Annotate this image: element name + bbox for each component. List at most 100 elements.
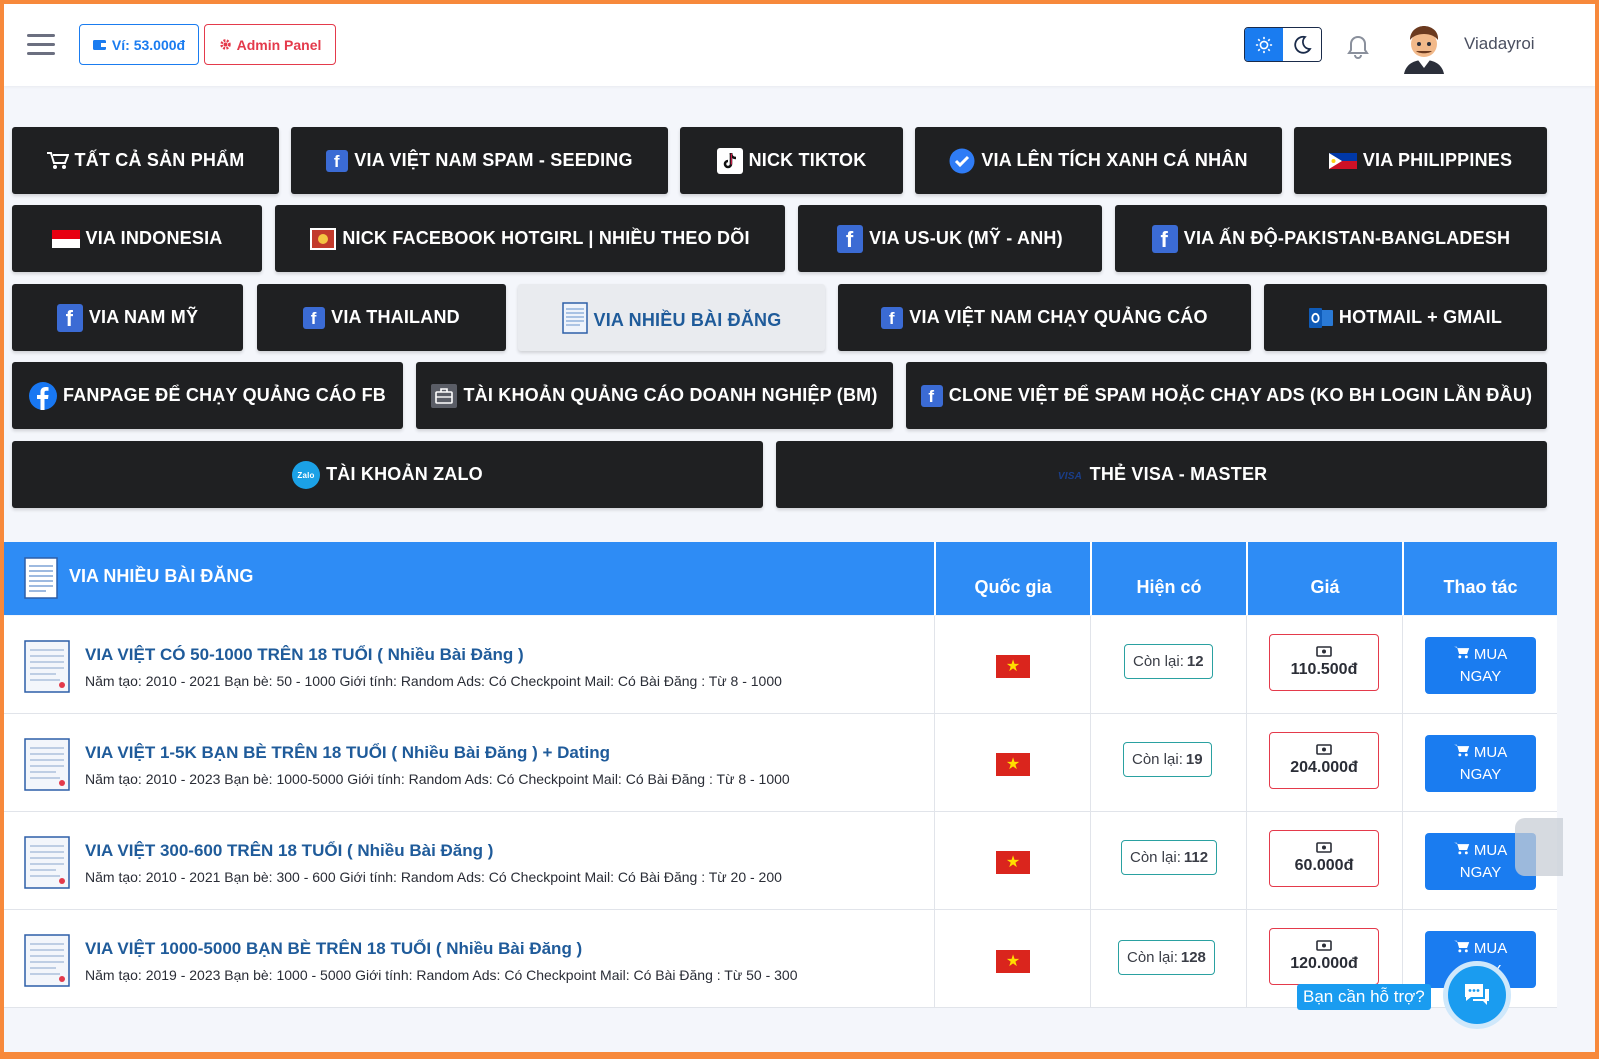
category-via-south-america[interactable]: f VIA NAM MỸ: [12, 284, 243, 351]
product-thumbnail: [24, 934, 70, 987]
table-row: VIA VIỆT 300-600 TRÊN 18 TUỔI ( Nhiều Bà…: [4, 812, 1557, 910]
category-via-indonesia[interactable]: VIA INDONESIA: [12, 205, 262, 272]
category-label: CLONE VIỆT ĐỂ SPAM HOẶC CHẠY ADS (KO BH …: [948, 385, 1533, 405]
price-box: 120.000đ: [1269, 928, 1379, 985]
facebook-icon: f: [56, 303, 83, 332]
category-via-india-pakistan[interactable]: f VIA ẤN ĐỘ-PAKISTAN-BANGLADESH: [1115, 205, 1547, 272]
category-nick-hotgirl[interactable]: NICK FACEBOOK HOTGIRL | NHIỀU THEO DÕI: [275, 205, 785, 272]
category-via-vietnam-spam[interactable]: f VIA VIỆT NAM SPAM - SEEDING: [291, 127, 668, 194]
vietnam-flag-icon: ★: [996, 851, 1030, 874]
username[interactable]: Viadayroi: [1464, 34, 1535, 54]
light-mode-button[interactable]: [1245, 28, 1283, 61]
category-label: THẺ VISA - MASTER: [1089, 464, 1268, 484]
product-thumbnail: [24, 738, 70, 791]
category-via-vietnam-ads[interactable]: f VIA VIỆT NAM CHẠY QUẢNG CÁO: [838, 284, 1251, 351]
category-via-many-posts[interactable]: VIA NHIỀU BÀI ĐĂNG: [518, 284, 825, 351]
moon-icon: [1294, 35, 1312, 54]
document-icon: [24, 557, 58, 599]
facebook-round-icon: [29, 381, 58, 410]
table-row: VIA VIỆT CÓ 50-1000 TRÊN 18 TUỔI ( Nhiều…: [4, 616, 1557, 714]
product-description: Năm tạo: 2010 - 2021 Bạn bè: 50 - 1000 G…: [85, 673, 782, 689]
category-label: VIA LÊN TÍCH XANH CÁ NHÂN: [981, 150, 1248, 170]
buy-now-button[interactable]: MUA NGAY: [1425, 735, 1536, 792]
wallet-button[interactable]: Ví: 53.000đ: [79, 24, 199, 65]
category-label: FANPAGE ĐỂ CHẠY QUẢNG CÁO FB: [63, 385, 386, 405]
cart-icon: [1453, 646, 1469, 658]
category-label: VIA VIỆT NAM SPAM - SEEDING: [354, 150, 633, 170]
product-description: Năm tạo: 2010 - 2023 Bạn bè: 1000-5000 G…: [85, 771, 790, 787]
support-chat-button[interactable]: [1443, 961, 1511, 1029]
facebook-icon: f: [920, 384, 943, 407]
sun-icon: [1255, 36, 1273, 53]
support-label[interactable]: Bạn cần hỗ trợ?: [1297, 984, 1431, 1010]
window-frame-bottom: [0, 1052, 1599, 1059]
visa-icon: VISA: [1058, 471, 1082, 482]
stock-badge: Còn lại: 128: [1118, 940, 1215, 975]
product-thumbnail: [24, 640, 70, 693]
chat-icon: [1465, 984, 1489, 1005]
category-bm-ad-account[interactable]: TÀI KHOẢN QUẢNG CÁO DOANH NGHIỆP (BM): [416, 362, 893, 429]
category-via-philippines[interactable]: VIA PHILIPPINES: [1294, 127, 1547, 194]
philippines-flag-icon: [1328, 152, 1357, 169]
product-name[interactable]: VIA VIỆT 1-5K BẠN BÈ TRÊN 18 TUỔI ( Nhiề…: [85, 743, 610, 763]
price-value: 110.500đ: [1290, 661, 1358, 678]
avatar[interactable]: [1400, 22, 1448, 74]
wallet-icon: [92, 40, 106, 50]
category-clone-viet[interactable]: f CLONE VIỆT ĐỂ SPAM HOẶC CHẠY ADS (KO B…: [906, 362, 1547, 429]
verified-badge-icon: [949, 148, 975, 173]
price-value: 60.000đ: [1294, 857, 1354, 874]
briefcase-icon: [431, 383, 458, 408]
category-label: NICK FACEBOOK HOTGIRL | NHIỀU THEO DÕI: [342, 228, 750, 248]
cart-icon: [46, 151, 69, 169]
price-box: 60.000đ: [1269, 830, 1379, 887]
category-fanpage[interactable]: FANPAGE ĐỂ CHẠY QUẢNG CÁO FB: [12, 362, 403, 429]
stock-badge: Còn lại: 19: [1123, 742, 1212, 777]
dark-mode-button[interactable]: [1283, 28, 1321, 61]
side-scroll-tool[interactable]: [1515, 818, 1563, 876]
notification-bell-icon[interactable]: [1346, 34, 1370, 60]
price-box: 204.000đ: [1269, 732, 1379, 789]
product-name[interactable]: VIA VIỆT 1000-5000 BẠN BÈ TRÊN 18 TUỔI (…: [85, 939, 582, 959]
category-via-blue-tick[interactable]: VIA LÊN TÍCH XANH CÁ NHÂN: [915, 127, 1282, 194]
product-table-header: VIA NHIỀU BÀI ĐĂNG Quốc gia Hiện có Giá …: [4, 542, 1557, 615]
category-nick-tiktok[interactable]: NICK TIKTOK: [680, 127, 903, 194]
facebook-icon: f: [303, 306, 326, 329]
tiktok-icon: [716, 147, 743, 174]
cart-icon: [1453, 842, 1469, 854]
money-icon: [1316, 744, 1332, 755]
column-header-action: Thao tác: [1402, 542, 1557, 615]
vietnam-flag-icon: ★: [996, 950, 1030, 973]
category-via-thailand[interactable]: f VIA THAILAND: [257, 284, 506, 351]
wallet-label: Ví: 53.000đ: [111, 36, 186, 53]
category-hotmail-gmail[interactable]: HOTMAIL + GMAIL: [1264, 284, 1547, 351]
cart-icon: [1453, 744, 1469, 756]
menu-toggle-icon[interactable]: [27, 34, 55, 56]
gear-icon: [219, 39, 231, 50]
money-icon: [1316, 646, 1332, 657]
product-name[interactable]: VIA VIỆT CÓ 50-1000 TRÊN 18 TUỔI ( Nhiều…: [85, 645, 524, 665]
money-icon: [1316, 940, 1332, 951]
product-thumbnail: [24, 836, 70, 889]
product-name[interactable]: VIA VIỆT 300-600 TRÊN 18 TUỔI ( Nhiều Bà…: [85, 841, 493, 861]
category-label: VIA ẤN ĐỘ-PAKISTAN-BANGLADESH: [1183, 228, 1511, 248]
column-header-price: Giá: [1246, 542, 1402, 615]
admin-panel-button[interactable]: Admin Panel: [204, 24, 336, 65]
category-visa-master[interactable]: VISA THẺ VISA - MASTER: [776, 441, 1547, 508]
buy-now-button[interactable]: MUA NGAY: [1425, 637, 1536, 694]
category-label: NICK TIKTOK: [748, 150, 867, 170]
category-label: TẤT CẢ SẢN PHẨM: [74, 150, 245, 170]
category-label: TÀI KHOẢN QUẢNG CÁO DOANH NGHIỆP (BM): [463, 385, 878, 405]
facebook-icon: f: [326, 149, 349, 172]
theme-toggle[interactable]: [1244, 27, 1322, 62]
table-row: VIA VIỆT 1-5K BẠN BÈ TRÊN 18 TUỔI ( Nhiề…: [4, 714, 1557, 812]
document-icon: [561, 301, 588, 334]
category-all-products[interactable]: TẤT CẢ SẢN PHẨM: [12, 127, 279, 194]
category-zalo[interactable]: Zalo TÀI KHOẢN ZALO: [12, 441, 763, 508]
category-via-us-uk[interactable]: f VIA US-UK (MỸ - ANH): [798, 205, 1102, 272]
category-label: VIA NHIỀU BÀI ĐĂNG: [593, 310, 782, 330]
facebook-icon: f: [881, 306, 904, 329]
category-label: VIA VIỆT NAM CHẠY QUẢNG CÁO: [909, 307, 1208, 327]
facebook-icon: f: [837, 224, 864, 253]
price-box: 110.500đ: [1269, 634, 1379, 691]
indonesia-flag-icon: [51, 229, 80, 248]
